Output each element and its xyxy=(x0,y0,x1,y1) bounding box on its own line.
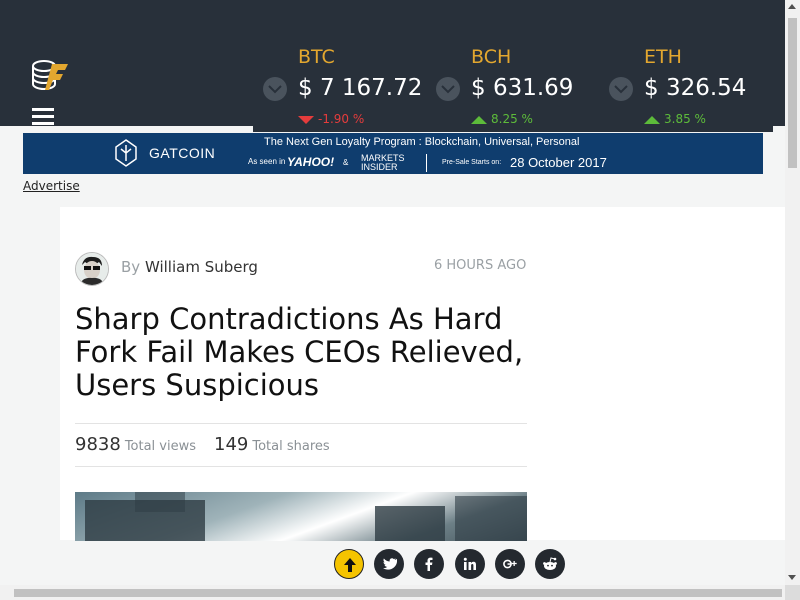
ticker-change-value: 3.85 % xyxy=(664,112,706,126)
ad-divider xyxy=(426,154,427,172)
views-count: 9838 xyxy=(75,434,121,455)
ticker-change: -1.90 % xyxy=(298,112,364,126)
ad-presale-label: Pre-Sale Starts on: xyxy=(442,159,502,166)
ad-seen-in: As seen in xyxy=(248,157,286,166)
shares-count: 149 xyxy=(214,434,249,455)
vertical-scrollbar[interactable] xyxy=(785,0,800,585)
ad-markets-insider-logo: MARKETS INSIDER xyxy=(361,154,405,172)
twitter-icon[interactable] xyxy=(374,549,404,579)
chevron-down-icon[interactable] xyxy=(436,77,460,101)
ticker-symbol: BCH xyxy=(471,46,512,68)
author-avatar[interactable] xyxy=(75,252,109,286)
ticker-price: $ 7 167.72 xyxy=(298,75,423,101)
advertise-link[interactable]: Advertise xyxy=(23,179,80,193)
ticker-symbol: BTC xyxy=(298,46,335,68)
ticker-price: $ 326.54 xyxy=(644,75,747,101)
ad-amp: & xyxy=(343,158,349,167)
gatcoin-logo-icon xyxy=(115,139,137,167)
google-plus-icon[interactable] xyxy=(495,549,525,579)
divider xyxy=(75,466,527,467)
ad-insider: INSIDER xyxy=(361,162,398,172)
scroll-up-arrow-icon[interactable] xyxy=(788,4,796,9)
article-stats: 9838 Total views 149 Total shares xyxy=(75,434,330,455)
chevron-down-icon[interactable] xyxy=(263,77,287,101)
horizontal-scrollbar[interactable] xyxy=(0,585,785,600)
divider xyxy=(75,423,527,424)
shares-label: Total shares xyxy=(252,439,330,454)
horizontal-scroll-thumb[interactable] xyxy=(14,589,782,597)
ticker-change-value: 8.25 % xyxy=(491,112,533,126)
ad-program-text: The Next Gen Loyalty Program : Blockchai… xyxy=(264,136,580,148)
reddit-icon[interactable] xyxy=(535,549,565,579)
ad-yahoo-logo: YAHOO! xyxy=(287,155,335,169)
ticker-price: $ 631.69 xyxy=(471,75,574,101)
byline-prefix: By xyxy=(121,258,141,276)
byline: By William Suberg xyxy=(121,258,258,276)
share-bar xyxy=(0,541,785,587)
ticker-btc[interactable]: BTC $ 7 167.72 -1.90 % xyxy=(253,0,428,132)
site-logo-icon[interactable] xyxy=(30,58,70,94)
scroll-top-icon[interactable] xyxy=(334,549,364,579)
chevron-down-icon[interactable] xyxy=(609,77,633,101)
scroll-down-arrow-icon[interactable] xyxy=(788,575,796,580)
arrow-up-icon xyxy=(644,115,660,124)
price-ticker-panel: BTC $ 7 167.72 -1.90 % BCH $ 631.69 8.25… xyxy=(253,0,773,132)
ticker-change: 3.85 % xyxy=(644,112,706,126)
linkedin-icon[interactable] xyxy=(455,549,485,579)
vertical-scroll-thumb[interactable] xyxy=(788,18,797,168)
ad-brand: GATCOIN xyxy=(149,145,216,161)
facebook-icon[interactable] xyxy=(414,549,444,579)
author-name[interactable]: William Suberg xyxy=(145,258,258,276)
ticker-change-value: -1.90 % xyxy=(318,112,365,126)
ticker-eth[interactable]: ETH $ 326.54 3.85 % xyxy=(599,0,774,132)
ticker-change: 8.25 % xyxy=(471,112,533,126)
publish-time: 6 HOURS AGO xyxy=(434,258,527,273)
article-title: Sharp Contradictions As Hard Fork Fail M… xyxy=(75,302,524,402)
ad-presale-date: 28 October 2017 xyxy=(510,155,607,170)
ad-banner[interactable]: GATCOIN The Next Gen Loyalty Program : B… xyxy=(23,133,763,174)
scrollbar-corner xyxy=(785,585,800,600)
ticker-bch[interactable]: BCH $ 631.69 8.25 % xyxy=(426,0,601,132)
arrow-down-icon xyxy=(298,115,314,124)
hamburger-menu-icon[interactable] xyxy=(32,108,54,126)
views-label: Total views xyxy=(124,439,197,454)
arrow-up-icon xyxy=(471,115,487,124)
ticker-symbol: ETH xyxy=(644,46,682,68)
